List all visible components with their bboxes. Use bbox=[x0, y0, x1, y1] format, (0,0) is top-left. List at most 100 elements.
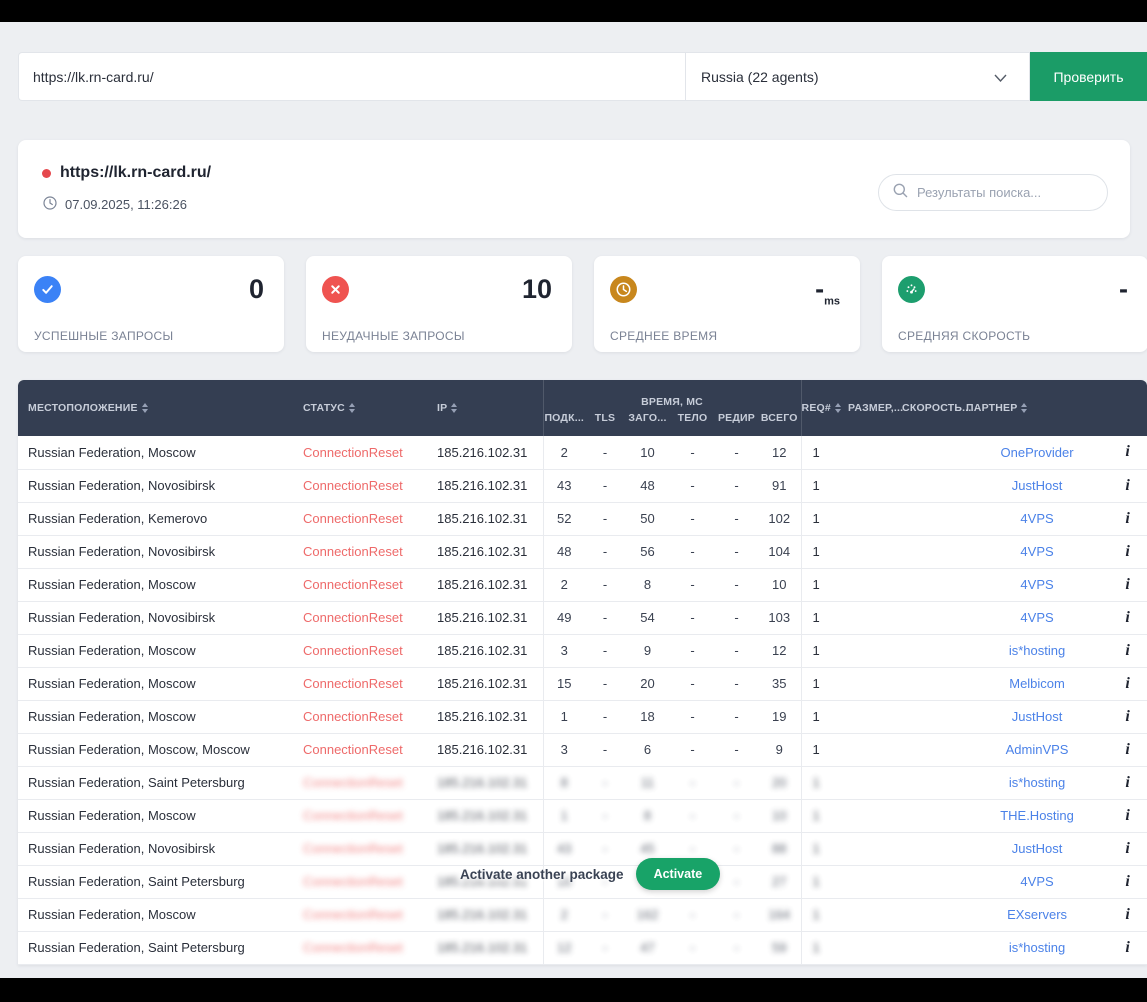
stat-value: - bbox=[1119, 276, 1128, 315]
table-row[interactable]: Russian Federation, NovosibirskConnectio… bbox=[18, 535, 1147, 568]
speed-cell bbox=[902, 832, 966, 865]
time-total-cell: 9 bbox=[758, 733, 801, 766]
partner-link[interactable]: 4VPS bbox=[1020, 874, 1053, 889]
column-header-tls[interactable]: TLS bbox=[585, 408, 625, 436]
column-header-redirect[interactable]: РЕДИР bbox=[715, 408, 758, 436]
time-connect-cell: 49 bbox=[543, 601, 585, 634]
sort-icon[interactable] bbox=[349, 403, 355, 413]
info-icon[interactable]: i bbox=[1125, 543, 1129, 560]
column-header-size[interactable]: РАЗМЕР,... bbox=[848, 380, 902, 436]
sort-icon[interactable] bbox=[451, 403, 457, 413]
info-icon[interactable]: i bbox=[1125, 708, 1129, 725]
table-row[interactable]: Russian Federation, MoscowConnectionRese… bbox=[18, 799, 1147, 832]
time-body-cell: - bbox=[670, 634, 715, 667]
table-row[interactable]: Russian Federation, KemerovoConnectionRe… bbox=[18, 502, 1147, 535]
partner-link[interactable]: THE.Hosting bbox=[1000, 808, 1074, 823]
info-cell: i bbox=[1108, 865, 1147, 898]
info-icon[interactable]: i bbox=[1125, 675, 1129, 692]
partner-link[interactable]: is*hosting bbox=[1009, 775, 1065, 790]
partner-link[interactable]: JustHost bbox=[1012, 709, 1063, 724]
info-icon[interactable]: i bbox=[1125, 741, 1129, 758]
sort-icon[interactable] bbox=[1021, 403, 1027, 413]
partner-link[interactable]: 4VPS bbox=[1020, 610, 1053, 625]
partner-link[interactable]: is*hosting bbox=[1009, 940, 1065, 955]
time-tls-cell: - bbox=[585, 766, 625, 799]
status-cell: ConnectionReset bbox=[285, 634, 415, 667]
activate-button[interactable]: Activate bbox=[636, 858, 721, 890]
column-header-body[interactable]: ТЕЛО bbox=[670, 408, 715, 436]
status-cell: ConnectionReset bbox=[285, 436, 415, 469]
info-icon[interactable]: i bbox=[1125, 443, 1129, 460]
gauge-icon bbox=[898, 276, 925, 303]
info-icon[interactable]: i bbox=[1125, 576, 1129, 593]
results-search-input[interactable]: Результаты поиска... bbox=[878, 174, 1108, 211]
table-row[interactable]: Russian Federation, NovosibirskConnectio… bbox=[18, 469, 1147, 502]
column-header-total[interactable]: ВСЕГО bbox=[758, 408, 801, 436]
time-redirect-cell: - bbox=[715, 700, 758, 733]
table-row[interactable]: Russian Federation, Moscow, MoscowConnec… bbox=[18, 733, 1147, 766]
info-icon[interactable]: i bbox=[1125, 840, 1129, 857]
size-cell bbox=[848, 469, 902, 502]
url-input[interactable]: https://lk.rn-card.ru/ bbox=[18, 52, 685, 101]
time-total-cell: 12 bbox=[758, 436, 801, 469]
info-icon[interactable]: i bbox=[1125, 873, 1129, 890]
time-tls-cell: - bbox=[585, 634, 625, 667]
table-row[interactable]: Russian Federation, MoscowConnectionRese… bbox=[18, 634, 1147, 667]
partner-link[interactable]: AdminVPS bbox=[1006, 742, 1069, 757]
column-header-load[interactable]: ЗАГО... bbox=[625, 408, 670, 436]
column-header-partner[interactable]: ПАРТНЕР bbox=[966, 380, 1108, 436]
table-row[interactable]: Russian Federation, MoscowConnectionRese… bbox=[18, 436, 1147, 469]
sort-icon[interactable] bbox=[835, 403, 841, 413]
info-icon[interactable]: i bbox=[1125, 807, 1129, 824]
check-button[interactable]: Проверить bbox=[1030, 52, 1147, 101]
region-select[interactable]: Russia (22 agents) bbox=[685, 52, 1030, 101]
info-icon[interactable]: i bbox=[1125, 906, 1129, 923]
size-cell bbox=[848, 700, 902, 733]
req-count-cell: 1 bbox=[801, 865, 848, 898]
size-cell bbox=[848, 865, 902, 898]
column-header-connect[interactable]: ПОДК... bbox=[543, 408, 585, 436]
partner-link[interactable]: 4VPS bbox=[1020, 544, 1053, 559]
column-header-req[interactable]: REQ# bbox=[801, 380, 848, 436]
time-load-cell: 20 bbox=[625, 667, 670, 700]
column-header-location[interactable]: МЕСТОПОЛОЖЕНИЕ bbox=[18, 380, 285, 436]
partner-link[interactable]: Melbicom bbox=[1009, 676, 1065, 691]
table-row[interactable]: Russian Federation, MoscowConnectionRese… bbox=[18, 700, 1147, 733]
table-row[interactable]: Russian Federation, Saint PetersburgConn… bbox=[18, 931, 1147, 964]
column-header-ip[interactable]: IP bbox=[415, 380, 543, 436]
partner-link[interactable]: OneProvider bbox=[1001, 445, 1074, 460]
time-redirect-cell: - bbox=[715, 634, 758, 667]
stat-label: УСПЕШНЫЕ ЗАПРОСЫ bbox=[34, 329, 264, 343]
partner-link[interactable]: JustHost bbox=[1012, 841, 1063, 856]
time-redirect-cell: - bbox=[715, 535, 758, 568]
column-header-status[interactable]: СТАТУС bbox=[285, 380, 415, 436]
info-icon[interactable]: i bbox=[1125, 477, 1129, 494]
table-row[interactable]: Russian Federation, NovosibirskConnectio… bbox=[18, 601, 1147, 634]
partner-link[interactable]: 4VPS bbox=[1020, 577, 1053, 592]
column-header-speed[interactable]: СКОРОСТЬ... bbox=[902, 380, 966, 436]
time-load-cell: 48 bbox=[625, 469, 670, 502]
table-row[interactable]: Russian Federation, MoscowConnectionRese… bbox=[18, 898, 1147, 931]
info-icon[interactable]: i bbox=[1125, 510, 1129, 527]
time-tls-cell: - bbox=[585, 568, 625, 601]
partner-link[interactable]: is*hosting bbox=[1009, 643, 1065, 658]
time-load-cell: 18 bbox=[625, 700, 670, 733]
table-row[interactable]: Russian Federation, MoscowConnectionRese… bbox=[18, 568, 1147, 601]
time-tls-cell: - bbox=[585, 502, 625, 535]
info-icon[interactable]: i bbox=[1125, 642, 1129, 659]
table-row[interactable]: Russian Federation, MoscowConnectionRese… bbox=[18, 667, 1147, 700]
time-redirect-cell: - bbox=[715, 502, 758, 535]
info-icon[interactable]: i bbox=[1125, 774, 1129, 791]
size-cell bbox=[848, 931, 902, 964]
location-cell: Russian Federation, Saint Petersburg bbox=[18, 865, 285, 898]
partner-link[interactable]: JustHost bbox=[1012, 478, 1063, 493]
table-row[interactable]: Russian Federation, Saint PetersburgConn… bbox=[18, 766, 1147, 799]
partner-link[interactable]: EXservers bbox=[1007, 907, 1067, 922]
info-icon[interactable]: i bbox=[1125, 609, 1129, 626]
req-count-cell: 1 bbox=[801, 601, 848, 634]
partner-link[interactable]: 4VPS bbox=[1020, 511, 1053, 526]
ip-cell: 185.216.102.31 bbox=[415, 667, 543, 700]
info-icon[interactable]: i bbox=[1125, 939, 1129, 956]
sort-icon[interactable] bbox=[142, 403, 148, 413]
time-redirect-cell: - bbox=[715, 865, 758, 898]
